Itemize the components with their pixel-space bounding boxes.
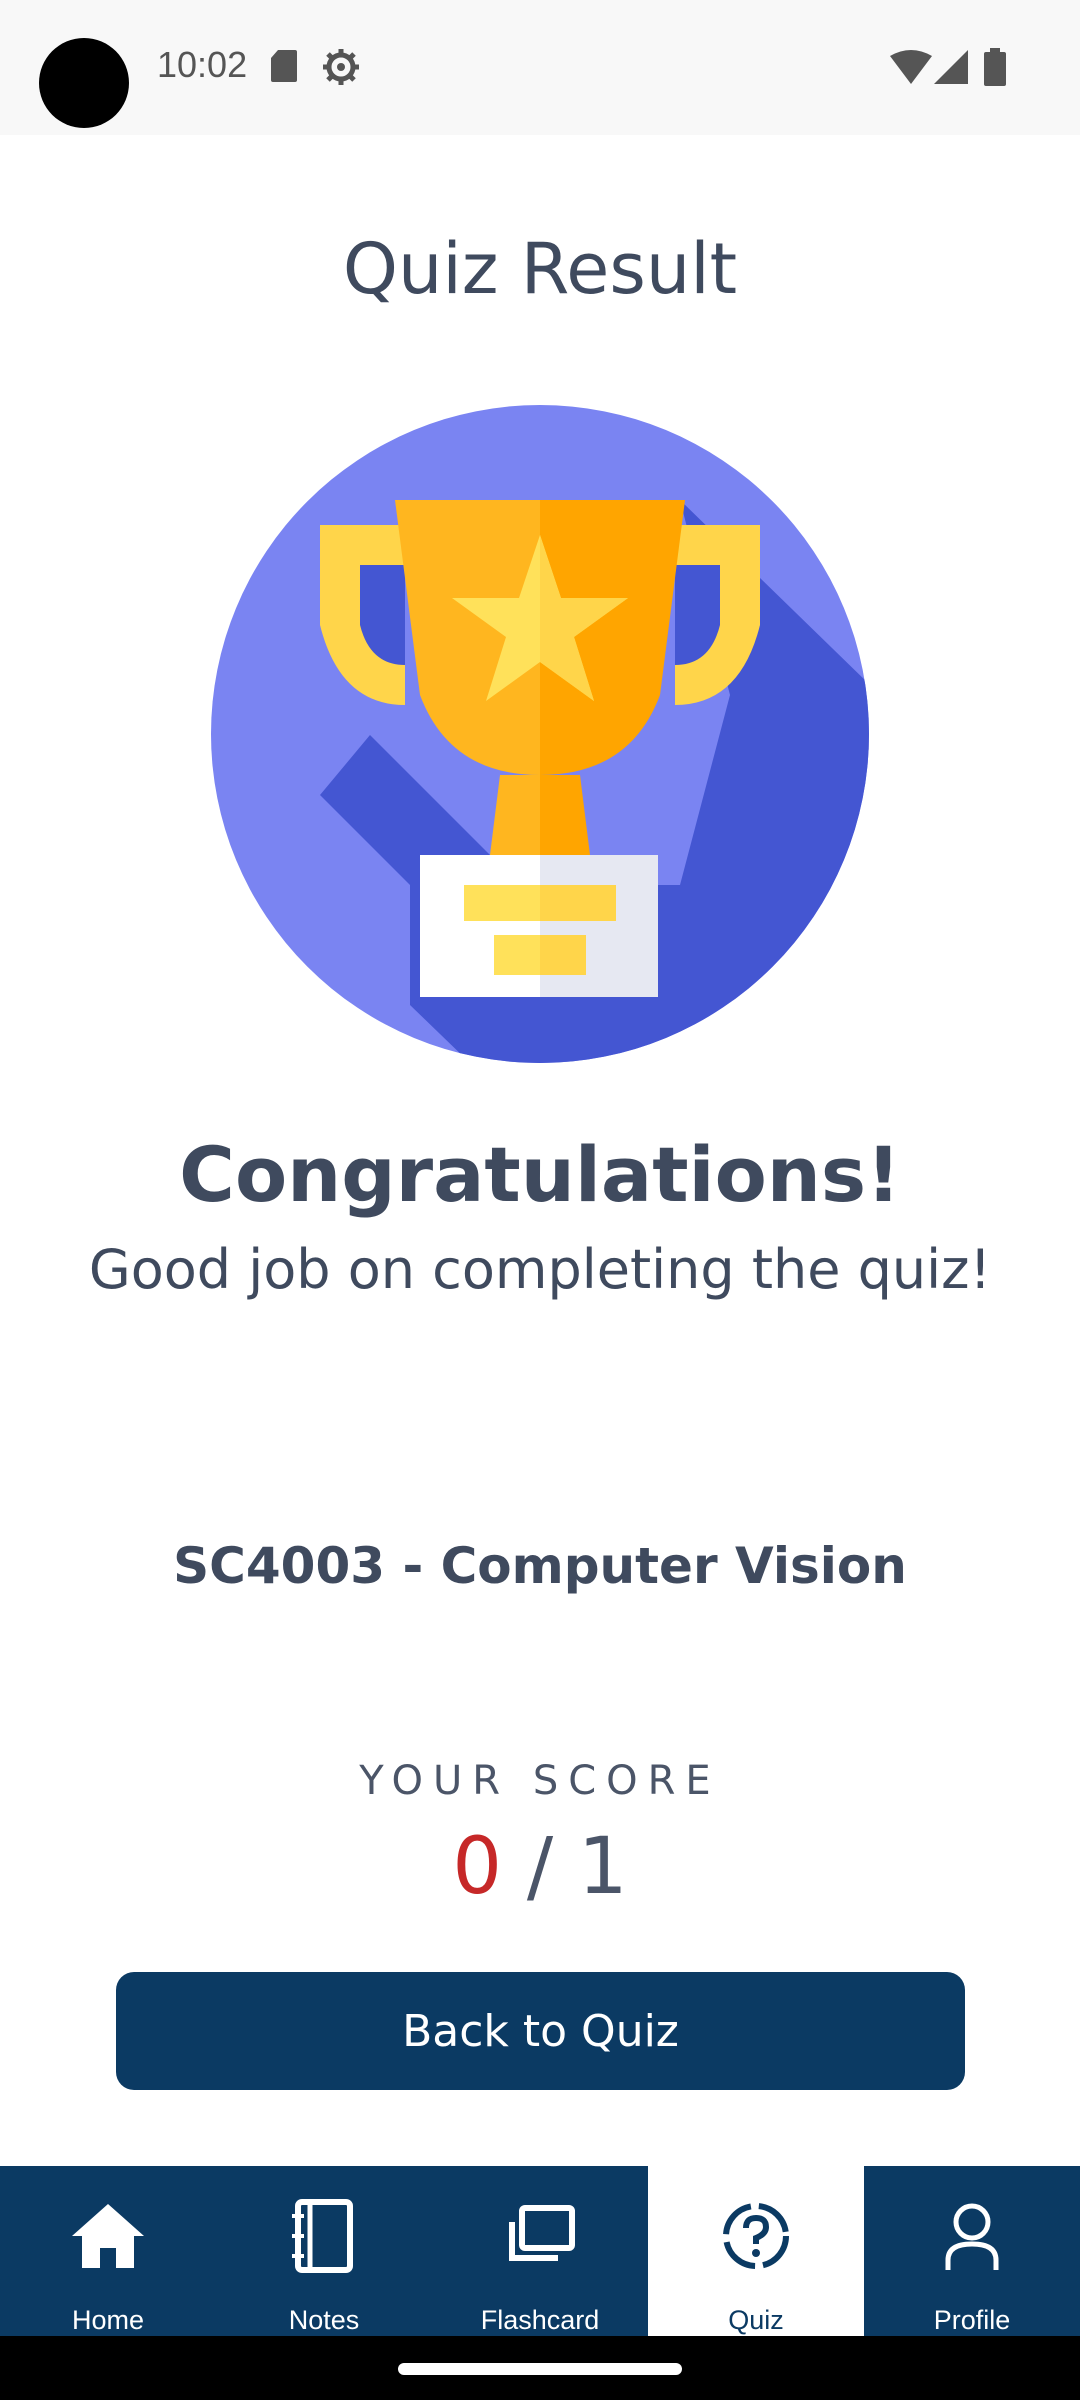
status-time: 10:02 xyxy=(157,44,248,85)
notes-icon xyxy=(292,2199,353,2273)
nav-label-flashcard: Flashcard xyxy=(480,2305,600,2335)
back-to-quiz-button[interactable]: Back to Quiz xyxy=(116,1972,965,2090)
profile-icon xyxy=(945,2203,999,2270)
trophy-illustration xyxy=(211,405,869,1063)
nav-label-profile: Profile xyxy=(933,2305,1011,2335)
sd-card-icon xyxy=(271,50,297,82)
flashcard-icon xyxy=(509,2205,575,2261)
score-label: YOUR SCORE xyxy=(359,1758,721,1804)
quiz-icon xyxy=(723,2203,789,2269)
status-bar: 10:02 xyxy=(0,0,1080,135)
congratulations-heading: Congratulations! xyxy=(179,1130,901,1219)
nav-item-flashcard[interactable]: Flashcard xyxy=(432,2166,648,2336)
camera-cutout xyxy=(39,38,129,128)
score-display: 0 / 1 xyxy=(0,1822,1080,1912)
nav-item-profile[interactable]: Profile xyxy=(864,2166,1080,2336)
nav-item-home[interactable]: Home xyxy=(0,2166,216,2336)
score-separator: / xyxy=(502,1822,578,1912)
score-total: 1 xyxy=(577,1822,628,1912)
cell-signal-icon xyxy=(934,50,968,84)
score-obtained: 0 xyxy=(452,1822,503,1912)
battery-icon xyxy=(984,48,1006,86)
gesture-handle[interactable] xyxy=(398,2363,682,2375)
page-title: Quiz Result xyxy=(342,228,738,310)
nav-item-notes[interactable]: Notes xyxy=(216,2166,432,2336)
nav-label-notes: Notes xyxy=(288,2305,360,2335)
course-name: SC4003 - Computer Vision xyxy=(173,1537,907,1595)
nav-label-quiz: Quiz xyxy=(728,2305,784,2335)
completion-message: Good job on completing the quiz! xyxy=(88,1238,992,1301)
settings-gear-icon xyxy=(323,49,359,85)
home-icon xyxy=(72,2204,144,2268)
bottom-navigation: Home Notes Flashcard Quiz Profile xyxy=(0,2166,1080,2336)
wifi-icon xyxy=(890,50,932,84)
nav-label-home: Home xyxy=(71,2305,145,2335)
nav-item-quiz[interactable]: Quiz xyxy=(648,2166,864,2336)
